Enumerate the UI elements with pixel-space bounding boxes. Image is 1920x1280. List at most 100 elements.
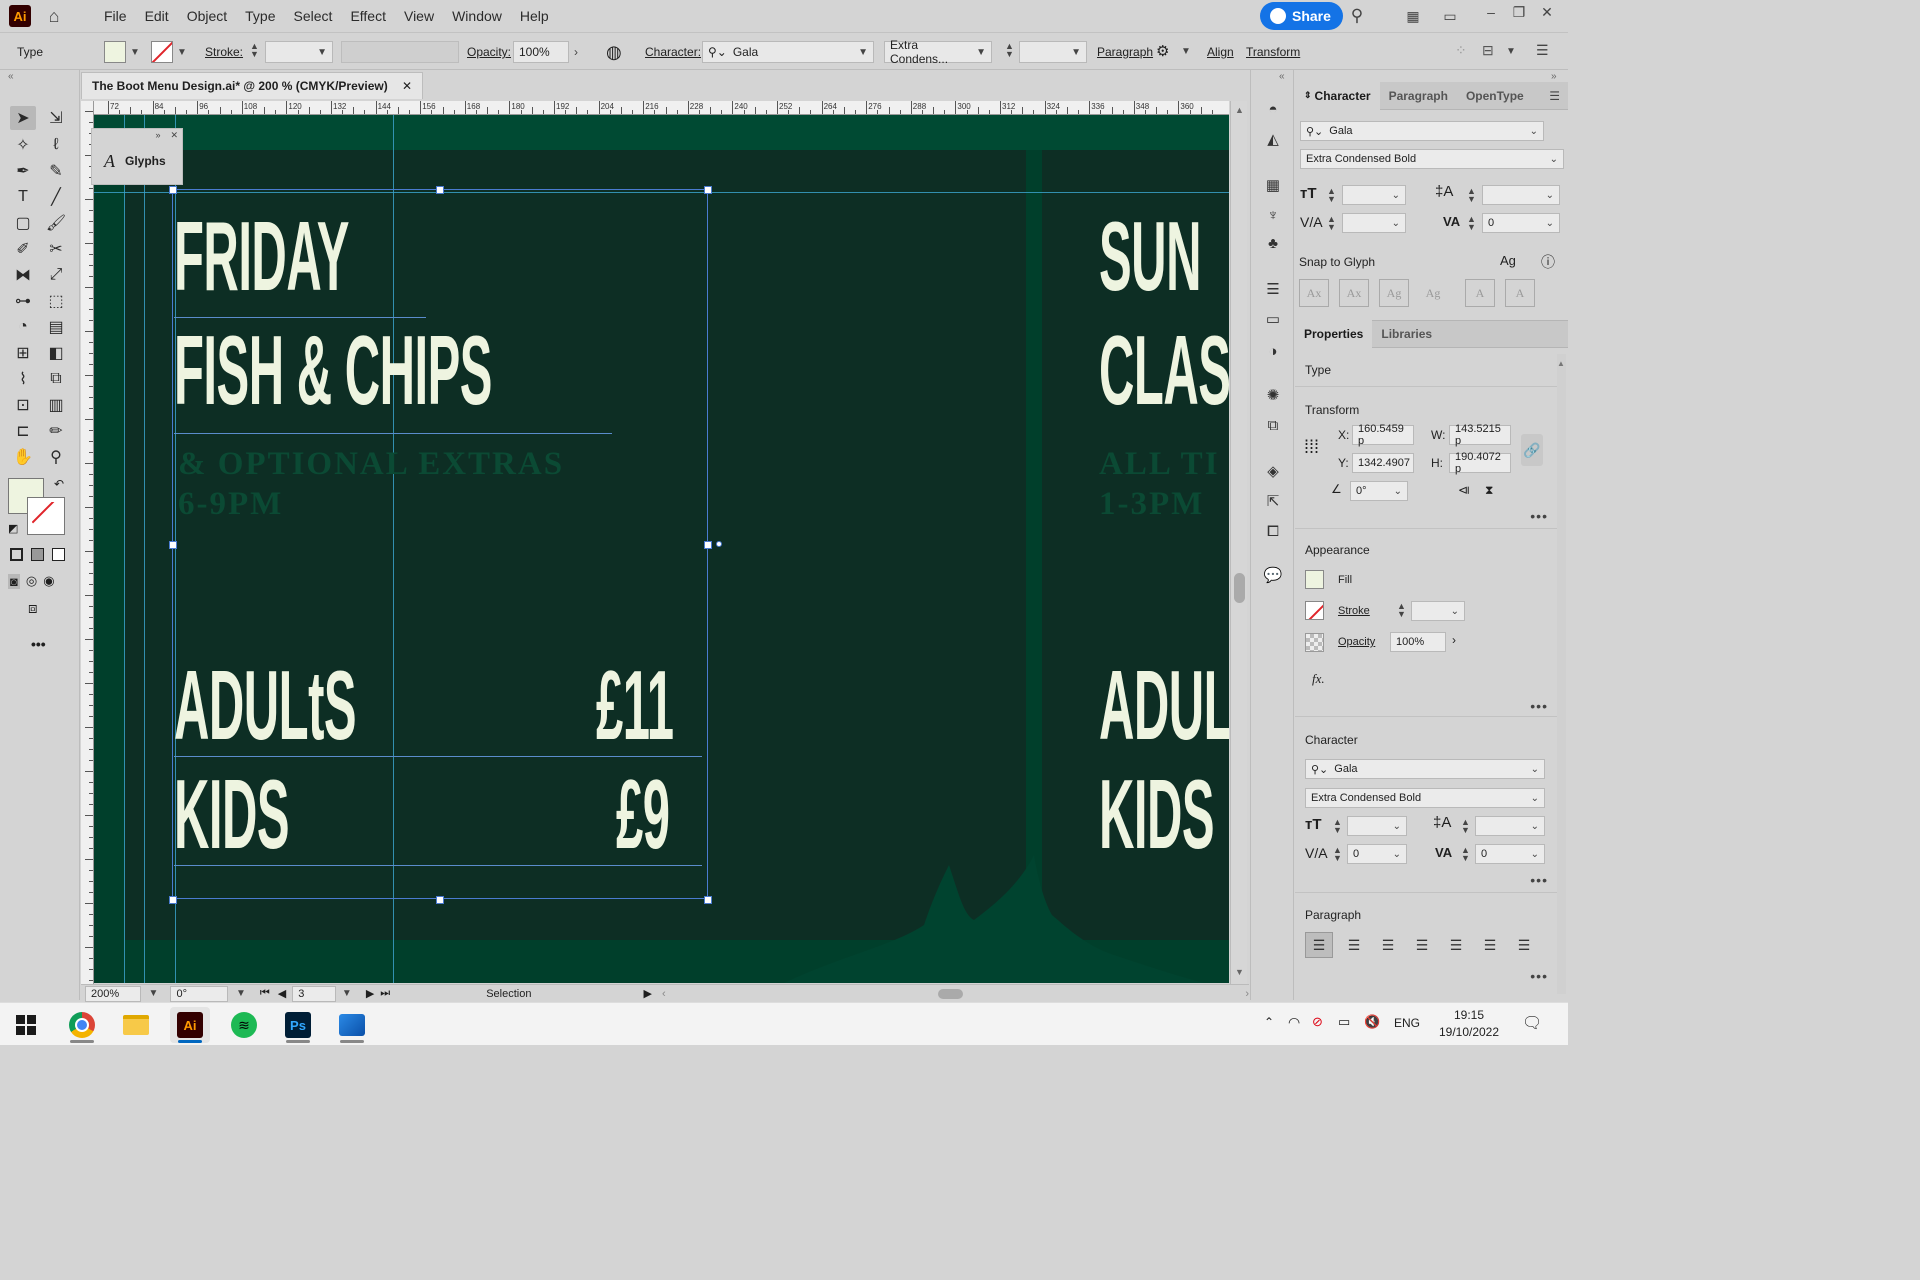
type-options-icon[interactable]: ⚙ (1156, 42, 1169, 60)
blend-tool-icon[interactable]: ⧉ (43, 367, 69, 391)
properties-kerning-field[interactable]: 0 ⌄ (1347, 844, 1407, 864)
minimize-icon[interactable]: – (1478, 0, 1504, 24)
effects-icon[interactable]: fx. (1312, 671, 1325, 687)
perspective-grid-tool-icon[interactable]: ▤ (43, 315, 69, 339)
chevron-down-icon[interactable]: ▼ (130, 47, 140, 58)
horizontal-ruler[interactable]: 72 84 96 108 120 132 144 156 168 180 192 204 216 228 2… (94, 101, 1229, 115)
menu-object[interactable]: Object (178, 8, 236, 24)
last-artboard-icon[interactable]: ⏭ (380, 987, 390, 1000)
next-artboard-icon[interactable]: ▶ (366, 987, 374, 1000)
snap-xheight-icon[interactable]: Ax (1339, 279, 1369, 307)
chevron-down-icon[interactable]: ▼ (342, 988, 352, 999)
selection-tool-icon[interactable]: ➤ (10, 106, 36, 130)
more-options-icon[interactable]: ••• (1530, 968, 1548, 984)
stroke-panel-icon[interactable]: ☰ (1261, 278, 1285, 300)
chevron-down-icon[interactable]: ⌄ (1546, 190, 1554, 201)
notification-error-icon[interactable]: ⊘ (1312, 1014, 1323, 1030)
stroke-label[interactable]: Stroke (1338, 605, 1370, 617)
properties-style-field[interactable]: Extra Condensed Bold ⌄ (1305, 788, 1545, 808)
chevron-down-icon[interactable]: ▼ (177, 47, 187, 58)
chevron-down-icon[interactable]: ▼ (236, 988, 246, 999)
align-link[interactable]: Align (1207, 45, 1234, 59)
paintbrush-tool-icon[interactable]: 🖌 (43, 211, 69, 235)
resize-handle[interactable] (704, 541, 712, 549)
chevron-down-icon[interactable]: ⌄ (1530, 126, 1538, 137)
direct-selection-tool-icon[interactable]: ⇲ (43, 106, 69, 130)
kerning-stepper[interactable]: ▲ ▼ (1333, 846, 1342, 863)
resize-handle[interactable] (169, 541, 177, 549)
fill-control[interactable]: ▼ (104, 41, 140, 63)
font-family-field[interactable]: ⚲⌄ Gala ▼ (702, 41, 874, 63)
justify-all-icon[interactable]: ☰ (1511, 933, 1537, 957)
pen-tool-icon[interactable]: ✒ (10, 159, 36, 183)
reference-point-icon[interactable]: ⁞⁞⁞ (1304, 437, 1319, 458)
align-center-icon[interactable]: ☰ (1341, 933, 1367, 957)
color-guide-icon[interactable]: ◭ (1261, 128, 1285, 150)
properties-tracking-field[interactable]: 0 ⌄ (1475, 844, 1545, 864)
chevron-down-icon[interactable]: ⌄ (1531, 793, 1539, 804)
illustrator-taskbar-icon[interactable]: Ai (170, 1007, 210, 1043)
x-position-field[interactable]: 160.5459 p (1352, 423, 1414, 447)
collapse-icon[interactable]: « (1279, 71, 1285, 82)
align-left-icon[interactable]: ☰ (1305, 932, 1333, 958)
snap-glyph-bounds-icon[interactable]: Ag (1379, 279, 1409, 307)
chevron-down-icon[interactable]: ⌄ (1531, 849, 1539, 860)
label-adults-sunday[interactable]: ADUL (1099, 656, 1229, 754)
line-tool-icon[interactable]: ╱ (43, 185, 69, 209)
chevron-down-icon[interactable]: ⌄ (1393, 849, 1401, 860)
font-size-stepper[interactable]: ▲ ▼ (1327, 187, 1336, 204)
illustrator-logo-icon[interactable]: Ai (9, 5, 31, 27)
photos-icon[interactable] (332, 1007, 372, 1043)
symbols-icon[interactable]: ♣ (1261, 232, 1285, 254)
stroke-weight-field[interactable]: ⌄ (1411, 601, 1465, 621)
rotation-field[interactable]: 0° ⌄ (1350, 481, 1408, 501)
align-right-icon[interactable]: ☰ (1375, 933, 1401, 957)
appearance-fill-swatch[interactable] (1305, 570, 1324, 589)
windows-start-icon[interactable] (6, 1007, 46, 1043)
menu-type[interactable]: Type (236, 8, 284, 24)
swatches-icon[interactable]: ▦ (1261, 174, 1285, 196)
chevron-right-icon[interactable]: › (574, 45, 578, 59)
guide-line[interactable] (144, 115, 145, 983)
free-transform-tool-icon[interactable]: ⬚ (43, 289, 69, 313)
artboard-tool-icon[interactable]: ⊏ (10, 419, 36, 443)
scale-tool-icon[interactable]: ⤢ (43, 263, 69, 287)
stroke-swatch[interactable] (151, 41, 173, 63)
layers-icon[interactable]: ◈ (1261, 460, 1285, 482)
curvature-tool-icon[interactable]: ✎ (43, 159, 69, 183)
scroll-up-icon[interactable]: ▲ (1557, 359, 1565, 368)
eyedropper-tool-icon[interactable]: ⌇ (10, 367, 36, 391)
scroll-up-icon[interactable]: ▲ (1235, 105, 1244, 115)
stroke-control[interactable]: ▼ (151, 41, 187, 63)
justify-left-icon[interactable]: ☰ (1409, 933, 1435, 957)
more-options-icon[interactable]: ••• (1530, 698, 1548, 714)
shape-builder-tool-icon[interactable]: ◔ (10, 315, 36, 339)
label-kids-sunday[interactable]: KIDS (1099, 765, 1215, 863)
symbol-sprayer-tool-icon[interactable]: ⊡ (10, 393, 36, 417)
heading-sunday[interactable]: SUN (1099, 207, 1201, 305)
chevron-down-icon[interactable]: ⌄ (1546, 218, 1554, 229)
properties-scrollbar[interactable]: ▲ (1557, 354, 1566, 994)
stroke-weight-field[interactable]: ▼ (265, 41, 333, 63)
chevron-down-icon[interactable]: ▼ (1181, 46, 1191, 57)
shaper-tool-icon[interactable]: ✐ (10, 237, 36, 261)
menu-view[interactable]: View (395, 8, 443, 24)
battery-icon[interactable]: ▭ (1338, 1014, 1350, 1030)
snap-angular-icon[interactable]: A (1465, 279, 1495, 307)
font-size-stepper[interactable]: ▲ ▼ (1005, 42, 1014, 59)
arrange-icon[interactable]: ⊟ (1482, 42, 1494, 59)
character-font-field[interactable]: ⚲⌄ Gala ⌄ (1300, 121, 1544, 141)
status-menu-icon[interactable]: ▶ (643, 987, 651, 1000)
kerning-field[interactable]: ⌄ (1342, 213, 1406, 233)
color-mode-icon[interactable] (10, 548, 23, 561)
screen-mode-icon[interactable]: ⧈ (28, 600, 38, 617)
brushes-icon[interactable]: ♆ (1261, 204, 1285, 226)
width-field[interactable]: 143.5215 p (1449, 423, 1511, 447)
document-tab[interactable]: The Boot Menu Design.ai* @ 200 % (CMYK/P… (81, 72, 423, 99)
type-tool-icon[interactable]: T (10, 185, 36, 209)
tracking-stepper[interactable]: ▲ ▼ (1467, 215, 1476, 232)
close-icon[interactable]: ✕ (170, 130, 178, 141)
font-size-field[interactable]: ⌄ (1342, 185, 1406, 205)
resize-handle[interactable] (704, 186, 712, 194)
properties-leading-field[interactable]: ⌄ (1475, 816, 1545, 836)
